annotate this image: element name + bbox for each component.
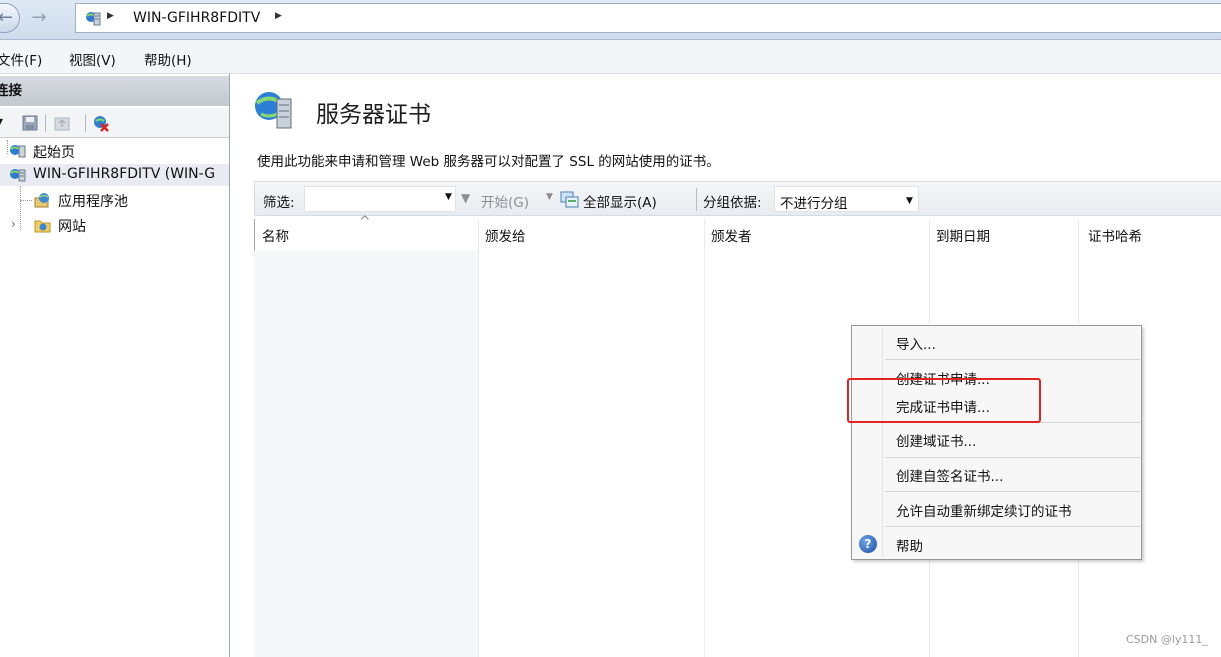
- column-header-expiration-date[interactable]: 到期日期: [936, 225, 990, 245]
- address-bar: ← → ▶ WIN-GFIHR8FDITV ▶: [0, 0, 1221, 40]
- disconnect-icon[interactable]: [92, 114, 110, 132]
- context-menu: 导入... 创建证书申请... 完成证书申请... 创建域证书... 创建自签名…: [851, 325, 1142, 560]
- menu-item-auto-rebind-renewed-certificate[interactable]: 允许自动重新绑定续订的证书: [896, 500, 1072, 520]
- menu-item-create-domain-certificate[interactable]: 创建域证书...: [896, 430, 976, 450]
- server-certificates-icon: [255, 92, 292, 129]
- go-dropdown-icon[interactable]: ▼: [546, 192, 553, 202]
- tree-label: 网站: [58, 219, 86, 235]
- menu-bar: 文件(F) 视图(V) 帮助(H): [0, 40, 1221, 74]
- server-icon: [10, 169, 26, 182]
- back-button[interactable]: ←: [0, 3, 20, 33]
- annotation-highlight-box: [847, 378, 1041, 423]
- tree-label: 起始页: [33, 145, 75, 161]
- tree-item-server[interactable]: WIN-GFIHR8FDITV (WIN-G: [0, 164, 229, 186]
- menu-separator: [885, 457, 1140, 458]
- menu-help[interactable]: 帮助(H): [144, 49, 192, 69]
- column-header-name[interactable]: 名称: [262, 225, 289, 245]
- group-by-label: 分组依据:: [703, 195, 762, 211]
- menu-file[interactable]: 文件(F): [0, 49, 42, 69]
- page-title: 服务器证书: [316, 102, 431, 128]
- toolbar-separator: [45, 114, 46, 132]
- menu-view[interactable]: 视图(V): [69, 49, 116, 69]
- menu-separator: [885, 359, 1140, 360]
- connections-panel: 连接 ▾ 起始页 WIN-GFIHR8FDITV (WIN-G 应用程序池 › …: [0, 74, 230, 657]
- tree-label: 应用程序池: [58, 194, 128, 210]
- column-header-certificate-hash[interactable]: 证书哈希: [1088, 225, 1142, 245]
- sort-ascending-icon: ^: [359, 214, 371, 230]
- address-box[interactable]: ▶ WIN-GFIHR8FDITV ▶: [75, 3, 1221, 33]
- filter-dropdown-icon[interactable]: ▼: [445, 192, 452, 202]
- column-header-issued-by[interactable]: 颁发者: [711, 225, 752, 245]
- save-icon[interactable]: [21, 114, 39, 132]
- breadcrumb-separator-icon[interactable]: ▶: [275, 11, 282, 21]
- group-by-select[interactable]: 不进行分组 ▼: [774, 186, 919, 212]
- show-all-button[interactable]: 全部显示(A): [583, 191, 657, 211]
- group-by-dropdown-icon: ▼: [906, 196, 913, 206]
- toolbar-separator: [85, 114, 86, 132]
- column-divider: [704, 219, 705, 657]
- menu-separator: [885, 526, 1140, 527]
- menu-icon-gutter: [882, 328, 883, 557]
- menu-item-import[interactable]: 导入...: [896, 333, 936, 353]
- filter-separator: [696, 188, 697, 211]
- connect-dropdown-icon[interactable]: ▾: [0, 114, 15, 132]
- sites-folder-icon: [34, 220, 51, 233]
- help-icon: ?: [859, 535, 877, 553]
- menu-item-help[interactable]: 帮助: [896, 535, 923, 555]
- back-arrow-icon: ←: [0, 7, 13, 28]
- tree-item-start-page[interactable]: 起始页: [0, 140, 229, 162]
- app-pool-icon: [34, 193, 49, 208]
- filter-bar: 筛选: ▼ ▼ 开始(G) ▼ 全部显示(A) 分组依据: 不进行分组 ▼: [254, 181, 1221, 216]
- breadcrumb-server[interactable]: WIN-GFIHR8FDITV: [133, 10, 260, 26]
- forward-button[interactable]: →: [24, 8, 54, 28]
- tree-item-app-pools[interactable]: 应用程序池: [0, 189, 229, 211]
- server-icon: [86, 12, 101, 26]
- column-header-issued-to[interactable]: 颁发给: [485, 225, 526, 245]
- funnel-icon: ▼: [461, 191, 471, 205]
- connections-header: 连接: [0, 76, 229, 106]
- breadcrumb-separator-icon[interactable]: ▶: [107, 11, 114, 21]
- menu-separator: [885, 491, 1140, 492]
- up-level-icon[interactable]: [53, 114, 71, 132]
- tree-item-sites[interactable]: › 网站: [0, 214, 229, 236]
- expand-arrow-icon[interactable]: ›: [11, 217, 16, 231]
- page-description: 使用此功能来申请和管理 Web 服务器可以对配置了 SSL 的网站使用的证书。: [257, 154, 720, 170]
- watermark: CSDN @ly111_: [1126, 633, 1208, 646]
- go-button[interactable]: 开始(G): [481, 191, 529, 211]
- group-by-value: 不进行分组: [780, 196, 848, 212]
- filter-label: 筛选:: [263, 195, 295, 211]
- show-all-icon: [560, 191, 579, 208]
- sorted-column-background: [254, 251, 478, 657]
- filter-input[interactable]: [304, 186, 456, 212]
- tree-label: WIN-GFIHR8FDITV (WIN-G: [33, 166, 216, 182]
- start-page-icon: [10, 145, 26, 158]
- connections-toolbar: ▾: [0, 108, 229, 138]
- forward-arrow-icon: →: [31, 7, 47, 28]
- menu-item-create-self-signed-certificate[interactable]: 创建自签名证书...: [896, 465, 1003, 485]
- column-divider: [478, 219, 479, 657]
